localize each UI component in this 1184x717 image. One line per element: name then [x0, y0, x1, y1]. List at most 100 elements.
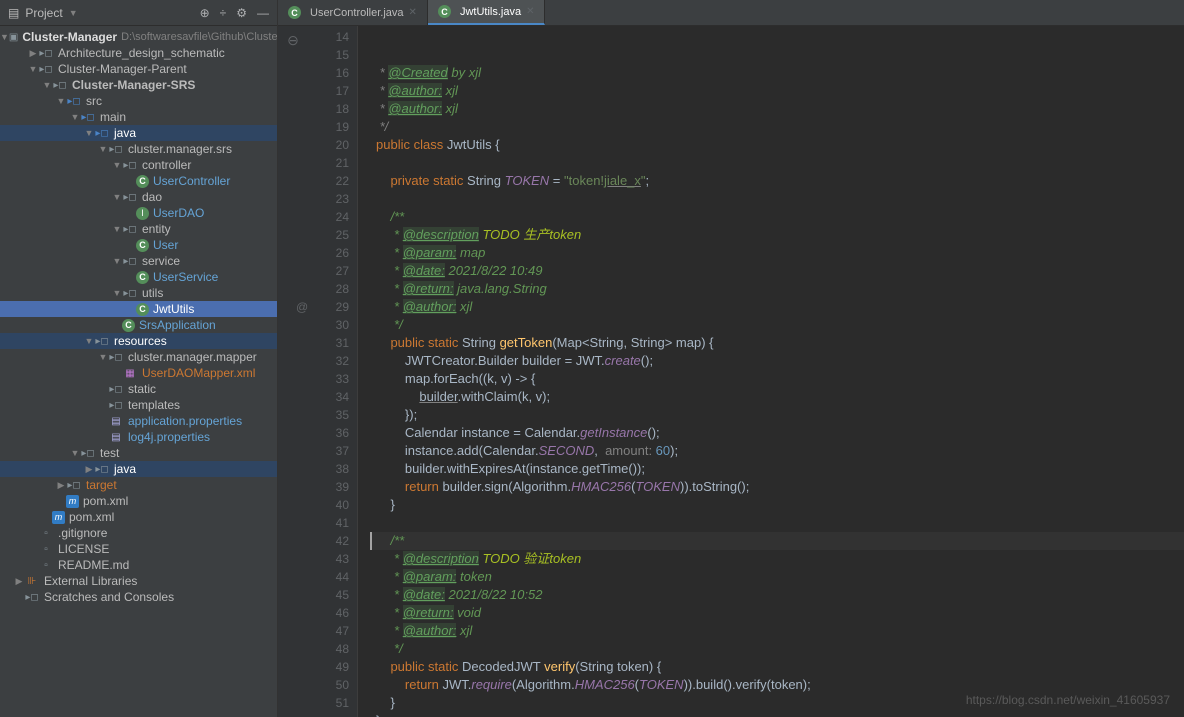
line-number[interactable]: 41	[308, 514, 349, 532]
code-line[interactable]	[370, 190, 1184, 208]
tree-item-userservice[interactable]: CUserService	[0, 269, 277, 285]
code-line[interactable]: public class JwtUtils {	[370, 136, 1184, 154]
code-line[interactable]: instance.add(Calendar.SECOND, amount: 60…	[370, 442, 1184, 460]
tree-item-test[interactable]: ▼▸◻test	[0, 445, 277, 461]
expand-arrow-icon[interactable]: ▼	[112, 256, 122, 266]
line-number[interactable]: 43	[308, 550, 349, 568]
line-number[interactable]: 36	[308, 424, 349, 442]
code-line[interactable]: * @return: java.lang.String	[370, 280, 1184, 298]
tree-item-srsapplication[interactable]: CSrsApplication	[0, 317, 277, 333]
code-line[interactable]: map.forEach((k, v) -> {	[370, 370, 1184, 388]
tree-item-service[interactable]: ▼▸◻service	[0, 253, 277, 269]
line-number[interactable]: 21	[308, 154, 349, 172]
tree-item-java[interactable]: ▼▸◻java	[0, 125, 277, 141]
expand-arrow-icon[interactable]: ▶	[28, 48, 38, 59]
code-line[interactable]: */	[370, 118, 1184, 136]
code-line[interactable]: builder.withClaim(k, v);	[370, 388, 1184, 406]
expand-arrow-icon[interactable]: ▼	[112, 160, 122, 170]
tree-item--gitignore[interactable]: ▫.gitignore	[0, 525, 277, 541]
line-number[interactable]: 18	[308, 100, 349, 118]
tree-item-main[interactable]: ▼▸◻main	[0, 109, 277, 125]
line-number[interactable]: 26	[308, 244, 349, 262]
expand-arrow-icon[interactable]: ▶	[84, 464, 94, 475]
code-line[interactable]: * @author: xjl	[370, 82, 1184, 100]
line-number[interactable]: 14	[308, 28, 349, 46]
tree-item-user[interactable]: CUser	[0, 237, 277, 253]
hide-icon[interactable]: —	[257, 6, 269, 20]
line-number[interactable]: 38	[308, 460, 349, 478]
dropdown-icon[interactable]: ▼	[69, 8, 78, 18]
line-number[interactable]: 27	[308, 262, 349, 280]
code-line[interactable]: });	[370, 406, 1184, 424]
code-line[interactable]: Calendar instance = Calendar.getInstance…	[370, 424, 1184, 442]
line-number[interactable]: 39	[308, 478, 349, 496]
expand-icon[interactable]: ÷	[220, 6, 227, 20]
code-line[interactable]: /**	[370, 208, 1184, 226]
project-tree[interactable]: ▼▣Cluster-ManagerD:\softwaresavfile\Gith…	[0, 26, 277, 717]
expand-arrow-icon[interactable]: ▼	[112, 224, 122, 234]
code-editor[interactable]: * @Created by xjl * @author: xjl * @auth…	[358, 26, 1184, 717]
line-number[interactable]: 23	[308, 190, 349, 208]
tree-item-userdaomapper-xml[interactable]: ▦UserDAOMapper.xml	[0, 365, 277, 381]
code-line[interactable]: public static String getToken(Map<String…	[370, 334, 1184, 352]
fold-icon[interactable]: ⊖	[287, 32, 299, 49]
tree-item-src[interactable]: ▼▸◻src	[0, 93, 277, 109]
line-number[interactable]: 29@	[308, 298, 349, 316]
line-number[interactable]: 24	[308, 208, 349, 226]
tree-item-license[interactable]: ▫LICENSE	[0, 541, 277, 557]
code-line[interactable]: * @description TODO 验证token	[370, 550, 1184, 568]
line-number[interactable]: 47	[308, 622, 349, 640]
tree-item-entity[interactable]: ▼▸◻entity	[0, 221, 277, 237]
line-number[interactable]: 30	[308, 316, 349, 334]
line-number[interactable]: 15	[308, 46, 349, 64]
expand-arrow-icon[interactable]: ▼	[42, 80, 52, 90]
expand-arrow-icon[interactable]: ▼	[84, 128, 94, 138]
project-title[interactable]: Project	[25, 6, 62, 20]
expand-arrow-icon[interactable]: ▶	[14, 576, 24, 587]
tree-item-usercontroller[interactable]: CUserController	[0, 173, 277, 189]
code-line[interactable]: * @Created by xjl	[370, 64, 1184, 82]
expand-arrow-icon[interactable]: ▶	[56, 480, 66, 491]
tab-usercontroller-java[interactable]: CUserController.java✕	[278, 0, 428, 25]
expand-arrow-icon[interactable]: ▼	[98, 144, 108, 154]
tree-item-target[interactable]: ▶▸◻target	[0, 477, 277, 493]
line-number[interactable]: 32	[308, 352, 349, 370]
line-number[interactable]: 48	[308, 640, 349, 658]
tree-item-templates[interactable]: ▸◻templates	[0, 397, 277, 413]
line-number[interactable]: 22	[308, 172, 349, 190]
tree-item-cluster-manager-srs[interactable]: ▼▸◻cluster.manager.srs	[0, 141, 277, 157]
line-number[interactable]: 33	[308, 370, 349, 388]
line-number[interactable]: 28	[308, 280, 349, 298]
code-line[interactable]: * @date: 2021/8/22 10:49	[370, 262, 1184, 280]
tree-item-pom-xml[interactable]: mpom.xml	[0, 493, 277, 509]
line-number[interactable]: 19	[308, 118, 349, 136]
tree-item-cluster-manager-srs[interactable]: ▼▸◻Cluster-Manager-SRS	[0, 77, 277, 93]
expand-arrow-icon[interactable]: ▼	[112, 288, 122, 298]
tree-item-architecture-design-schematic[interactable]: ▶▸◻Architecture_design_schematic	[0, 45, 277, 61]
line-number[interactable]: 20	[308, 136, 349, 154]
tree-item-controller[interactable]: ▼▸◻controller	[0, 157, 277, 173]
line-number[interactable]: 17	[308, 82, 349, 100]
expand-arrow-icon[interactable]: ▼	[70, 112, 80, 122]
line-number[interactable]: 42	[308, 532, 349, 550]
code-line[interactable]: JWTCreator.Builder builder = JWT.create(…	[370, 352, 1184, 370]
code-line[interactable]: private static String TOKEN = "token!jia…	[370, 172, 1184, 190]
code-line[interactable]: */	[370, 640, 1184, 658]
tree-item-application-properties[interactable]: ▤application.properties	[0, 413, 277, 429]
code-line[interactable]: * @param: map	[370, 244, 1184, 262]
code-line[interactable]	[370, 154, 1184, 172]
line-number[interactable]: 46	[308, 604, 349, 622]
close-icon[interactable]: ✕	[526, 6, 534, 17]
tree-item-dao[interactable]: ▼▸◻dao	[0, 189, 277, 205]
code-line[interactable]: * @author: xjl	[370, 298, 1184, 316]
expand-arrow-icon[interactable]: ▼	[84, 336, 94, 346]
tab-jwtutils-java[interactable]: CJwtUtils.java✕	[428, 0, 546, 25]
line-number[interactable]: 44	[308, 568, 349, 586]
code-line[interactable]: * @author: xjl	[370, 100, 1184, 118]
tree-item-cluster-manager-mapper[interactable]: ▼▸◻cluster.manager.mapper	[0, 349, 277, 365]
tree-item-static[interactable]: ▸◻static	[0, 381, 277, 397]
code-line[interactable]: }	[370, 712, 1184, 717]
tree-item-external-libraries[interactable]: ▶⊪External Libraries	[0, 573, 277, 589]
tree-item-readme-md[interactable]: ▫README.md	[0, 557, 277, 573]
tree-item-utils[interactable]: ▼▸◻utils	[0, 285, 277, 301]
